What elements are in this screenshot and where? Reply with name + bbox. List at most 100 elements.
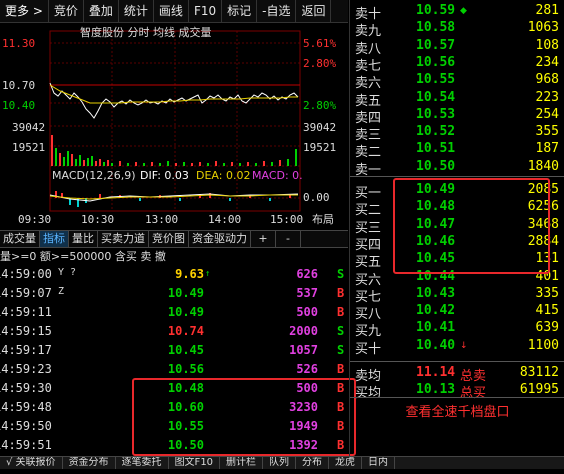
book-divider	[350, 176, 564, 177]
macd-hist-value: MACD: 0.	[252, 169, 303, 182]
summary-total-volume: 61995	[519, 382, 559, 397]
pct-axis-low: 2.80%	[303, 99, 336, 112]
bid-price: 10.40	[416, 337, 456, 353]
toolbar-draw-button[interactable]: 画线	[154, 0, 189, 22]
trade-time: 14:59:30	[0, 381, 52, 395]
ask-volume: 223	[535, 89, 559, 105]
layout-button[interactable]: 布局	[312, 213, 334, 226]
summary-label: 买均	[355, 386, 382, 401]
bottom-tab-7[interactable]: 龙虎	[329, 457, 363, 469]
trade-side: B	[337, 362, 345, 376]
bottom-tab-4[interactable]: 删计栏	[220, 457, 264, 469]
vol-axis-left-top: 39042	[12, 121, 45, 134]
bottom-tab-0[interactable]: √ 关联报价	[0, 457, 63, 469]
toolbar-f10-button[interactable]: F10	[189, 0, 223, 22]
ask-price: 10.51	[416, 141, 456, 157]
summary-avg-price: 10.13	[416, 382, 456, 397]
bid-volume: 639	[535, 320, 559, 336]
trade-time: 14:59:23	[0, 362, 52, 376]
trade-time: 14:59:48	[0, 400, 52, 414]
bid-arrow: ↓	[460, 340, 468, 351]
ask-volume: 108	[535, 37, 559, 53]
trade-price: 10.45	[167, 343, 204, 357]
trade-time: 14:59:00	[0, 267, 52, 281]
tab-auction-chart[interactable]: 竞价图	[149, 231, 189, 247]
tab-indicator[interactable]: 指标	[40, 231, 69, 247]
tab-buy-sell-force[interactable]: 买卖力道	[98, 231, 149, 247]
bottom-tab-1[interactable]: 资金分布	[63, 457, 116, 469]
ask-volume: 1063	[527, 20, 559, 36]
bid-price: 10.43	[416, 285, 456, 301]
ask-price: 10.59	[416, 3, 456, 18]
trade-time: 14:59:17	[0, 343, 52, 357]
tab-capital-drive[interactable]: 资金驱动力	[189, 231, 251, 247]
tab-volume[interactable]: 成交量	[0, 231, 40, 247]
full-book-link[interactable]: 查看全速千档盘口	[350, 401, 564, 420]
ask-price: 10.56	[416, 54, 456, 70]
time-tick-1300: 13:00	[145, 213, 178, 226]
indicator-tabs: 成交量 指标 量比 买卖力道 竞价图 资金驱动力 + -	[0, 230, 348, 248]
trade-row: 14:59:00 Y ? 9.63↑ 626 S	[0, 265, 348, 284]
tab-volume-ratio[interactable]: 量比	[69, 231, 98, 247]
trade-filter-text[interactable]: 量>=0 额>=500000 含买 卖 撤	[0, 248, 166, 264]
time-tick-0930: 09:30	[18, 213, 51, 226]
chart-grid	[50, 31, 300, 211]
trade-row: 14:59:15 10.74 2000 S	[0, 322, 348, 341]
trade-volume: 500	[296, 305, 318, 319]
toolbar-more-button[interactable]: 更多 >	[0, 0, 49, 22]
summary-name: 总买	[460, 386, 487, 401]
trade-volume: 537	[296, 286, 318, 300]
toolbar-stats-button[interactable]: 统计	[119, 0, 154, 22]
bottom-tab-6[interactable]: 分布	[296, 457, 330, 469]
bottom-tab-8[interactable]: 日内	[362, 457, 396, 469]
ask-price: 10.57	[416, 37, 456, 53]
trade-time: 14:59:50	[0, 419, 52, 433]
summary-avg-price: 11.14	[416, 365, 456, 380]
tab-add-button[interactable]: +	[251, 231, 276, 247]
trade-row: 14:59:17 10.45 1057 S	[0, 341, 348, 360]
trade-side: S	[337, 343, 345, 357]
trade-volume: 2000	[289, 324, 318, 338]
ask-label: 卖一	[355, 162, 382, 178]
ask-volume: 968	[535, 72, 559, 88]
time-tick-1500: 15:00	[270, 213, 303, 226]
intraday-chart-svg: 智度股份 分时 均线 成交量 11.30 10.70 10.40 5.61% 2…	[2, 25, 336, 226]
summary-total-volume: 83112	[519, 365, 559, 380]
toolbar-back-button[interactable]: 返回	[296, 0, 332, 22]
trade-mark: Y ?	[58, 267, 77, 278]
ask-row[interactable]: 卖一 10.50 1840	[350, 156, 564, 178]
price-axis-top: 11.30	[2, 37, 35, 50]
bid-price: 10.41	[416, 320, 456, 336]
pct-axis-top: 5.61%	[303, 37, 336, 50]
bottom-tab-5[interactable]: 队列	[263, 457, 297, 469]
macd-label: MACD(12,26,9)	[52, 169, 136, 182]
ask-volume: 281	[535, 3, 559, 18]
trade-time: 14:59:07	[0, 286, 52, 300]
trade-volume: 626	[296, 267, 318, 281]
trade-price: 10.56	[167, 362, 204, 376]
ask-volume: 187	[535, 141, 559, 157]
trade-price-arrow: ↑	[205, 269, 211, 279]
ask-price: 10.50	[416, 158, 456, 174]
bottom-tab-2[interactable]: 逐笔委托	[116, 457, 169, 469]
time-tick-1030: 10:30	[81, 213, 114, 226]
bottom-tab-bar: √ 关联报价 资金分布 逐笔委托 图文F10 删计栏 队列 分布 龙虎 日内	[0, 456, 564, 469]
ask-volume: 355	[535, 124, 559, 140]
intraday-chart[interactable]: 智度股份 分时 均线 成交量 11.30 10.70 10.40 5.61% 2…	[0, 23, 348, 228]
trade-volume: 526	[296, 362, 318, 376]
bid-row[interactable]: 买十 10.40 ↓ 1100	[350, 335, 564, 357]
price-axis-mid: 10.70	[2, 79, 35, 92]
trade-row: 14:59:07 Z 10.49 537 B	[0, 284, 348, 303]
highlight-box-bids	[393, 178, 550, 274]
toolbar-remove-watchlist-button[interactable]: -自选	[257, 0, 297, 22]
toolbar-overlay-button[interactable]: 叠加	[84, 0, 119, 22]
tab-remove-button[interactable]: -	[276, 231, 301, 247]
toolbar-mark-button[interactable]: 标记	[222, 0, 258, 22]
ask-price: 10.58	[416, 20, 456, 36]
toolbar-auction-button[interactable]: 竞价	[49, 0, 84, 22]
bottom-tab-3[interactable]: 图文F10	[169, 457, 221, 469]
trade-price: 10.74	[167, 324, 204, 338]
vol-axis-right-top: 39042	[303, 121, 336, 134]
trade-row: 14:59:23 10.56 526 B	[0, 360, 348, 379]
vol-axis-right-mid: 19521	[303, 141, 336, 154]
